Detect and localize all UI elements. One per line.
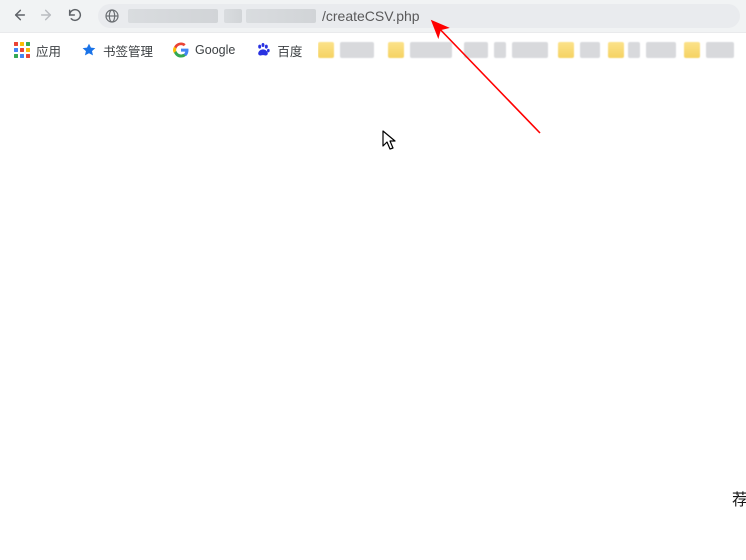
url-redacted-segment <box>246 9 316 23</box>
partial-text-fragment: 荐 <box>732 486 746 510</box>
url-visible-path: /createCSV.php <box>322 8 420 24</box>
forward-icon <box>39 7 55 26</box>
bookmark-apps[interactable]: 应用 <box>6 37 69 63</box>
bookmark-label: 百度 <box>277 41 302 60</box>
globe-icon <box>104 8 120 24</box>
star-icon <box>81 42 97 58</box>
bookmark-bookmarks-manager[interactable]: 书签管理 <box>73 37 161 63</box>
bookmark-label: 应用 <box>36 41 61 60</box>
baidu-paw-icon <box>255 42 271 58</box>
address-bar[interactable]: /createCSV.php <box>98 4 740 28</box>
forward-button[interactable] <box>34 3 60 29</box>
google-g-icon <box>173 42 189 58</box>
apps-grid-icon <box>14 42 30 58</box>
reload-button[interactable] <box>62 3 88 29</box>
back-icon <box>11 7 27 26</box>
reload-icon <box>67 7 83 26</box>
bookmark-google[interactable]: Google <box>165 37 243 63</box>
page-content: 荐 <box>0 66 746 560</box>
url-redacted-segment <box>224 9 242 23</box>
bookmarks-bar: 应用 书签管理 Google <box>0 33 746 68</box>
back-button[interactable] <box>6 3 32 29</box>
bookmark-label: Google <box>195 43 235 57</box>
url-redacted-segment <box>128 9 218 23</box>
browser-toolbar: /createCSV.php <box>0 0 746 33</box>
bookmark-label: 书签管理 <box>103 41 153 60</box>
address-bar-url: /createCSV.php <box>128 8 730 24</box>
bookmark-redacted-folders <box>318 37 740 63</box>
bookmark-baidu[interactable]: 百度 <box>247 37 310 63</box>
